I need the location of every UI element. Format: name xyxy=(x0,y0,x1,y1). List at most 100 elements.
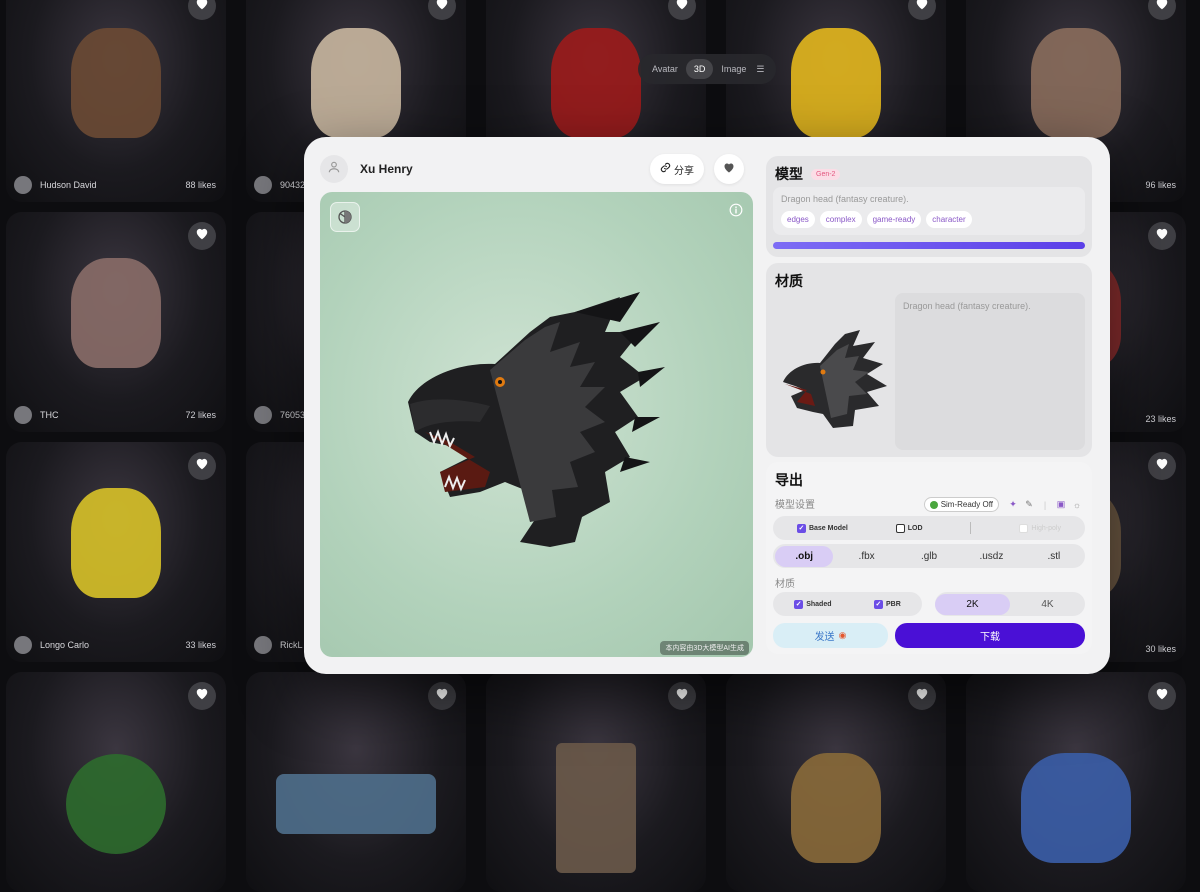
pencil-icon[interactable]: ✎ xyxy=(1022,498,1036,512)
material-prompt-box[interactable]: Dragon head (fantasy creature). xyxy=(895,293,1085,450)
shaded-checkbox[interactable]: ✓ Shaded xyxy=(794,599,832,609)
favorite-button[interactable] xyxy=(714,154,744,184)
gallery-card[interactable] xyxy=(246,672,466,892)
material-prompt: Dragon head (fantasy creature). xyxy=(903,301,1031,311)
heart-icon xyxy=(435,0,449,15)
like-button[interactable] xyxy=(188,682,216,710)
like-button[interactable] xyxy=(428,682,456,710)
export-panel: 导出 模型设置 Sim-Ready Off ✦ ✎ | ▣ ☼ ✓ Base Mo… xyxy=(766,462,1092,654)
gallery-card[interactable]: THC 72 likes xyxy=(6,212,226,432)
card-thumbnail xyxy=(71,488,161,599)
gallery-card[interactable] xyxy=(6,672,226,892)
heart-icon xyxy=(1155,687,1169,705)
download-label: 下载 xyxy=(980,632,1000,643)
dragon-model xyxy=(408,292,665,547)
tag[interactable]: complex xyxy=(819,211,862,228)
avatar xyxy=(14,636,32,654)
format-glb[interactable]: .glb xyxy=(900,546,958,567)
card-thumbnail xyxy=(276,774,436,834)
like-button[interactable] xyxy=(428,0,456,20)
send-button[interactable]: 发送 ◉ xyxy=(773,623,888,648)
gallery-card[interactable]: Longo Carlo 33 likes xyxy=(6,442,226,662)
gallery-card[interactable]: Hudson David 88 likes xyxy=(6,0,226,202)
heart-icon xyxy=(195,457,209,475)
heart-icon xyxy=(195,687,209,705)
user-icon xyxy=(327,160,341,179)
tag[interactable]: game-ready xyxy=(866,211,922,228)
material-panel: 材质 Dragon head (fantasy creature). xyxy=(766,263,1092,457)
gallery-card[interactable] xyxy=(486,672,706,892)
gallery-card[interactable] xyxy=(966,672,1186,892)
format-obj[interactable]: .obj xyxy=(775,545,834,567)
heart-icon xyxy=(1155,227,1169,245)
format-usdz[interactable]: .usdz xyxy=(962,546,1020,567)
status-dot-icon xyxy=(929,500,938,509)
menu-icon[interactable]: ☰ xyxy=(754,64,766,75)
material-thumbnail[interactable] xyxy=(774,301,892,447)
gallery-card[interactable] xyxy=(726,672,946,892)
download-button[interactable]: 下载 xyxy=(895,623,1085,648)
base-model-checkbox[interactable]: ✓ Base Model xyxy=(796,523,848,533)
model-detail-modal: Xu Henry 分享 本内容由3D大模型AI生成 模型 Gen-2 Drago… xyxy=(304,137,1110,674)
like-button[interactable] xyxy=(668,0,696,20)
format-selector: .obj .fbx .glb .usdz .stl xyxy=(773,544,1085,568)
card-likes: 23 likes xyxy=(1145,414,1176,424)
card-likes: 96 likes xyxy=(1145,180,1176,190)
avatar[interactable] xyxy=(320,155,348,183)
like-button[interactable] xyxy=(908,682,936,710)
material-label: 材质 xyxy=(775,579,795,590)
material-title: 材质 xyxy=(775,273,803,289)
tab-avatar[interactable]: Avatar xyxy=(644,59,686,79)
lod-checkbox[interactable]: LOD xyxy=(895,523,923,533)
model-viewer[interactable]: 本内容由3D大模型AI生成 xyxy=(320,192,753,657)
like-button[interactable] xyxy=(1148,682,1176,710)
tab-3d[interactable]: 3D xyxy=(685,59,714,79)
card-thumbnail xyxy=(71,258,161,369)
gen-badge: Gen-2 xyxy=(811,168,841,180)
username[interactable]: Xu Henry xyxy=(360,162,650,176)
like-button[interactable] xyxy=(188,452,216,480)
high-poly-checkbox[interactable]: High-poly xyxy=(1019,523,1061,533)
model-prompt: Dragon head (fantasy creature). xyxy=(781,194,909,204)
resolution-4k[interactable]: 4K xyxy=(1010,594,1085,615)
format-fbx[interactable]: .fbx xyxy=(837,546,895,567)
like-button[interactable] xyxy=(1148,452,1176,480)
checkbox-icon: ✓ xyxy=(796,523,806,533)
card-username: Hudson David xyxy=(40,180,97,190)
heart-icon xyxy=(1155,457,1169,475)
like-button[interactable] xyxy=(1148,0,1176,20)
card-likes: 88 likes xyxy=(185,180,216,190)
light-icon[interactable]: ☼ xyxy=(1070,498,1084,512)
like-button[interactable] xyxy=(188,0,216,20)
sparkle-icon[interactable]: ✦ xyxy=(1006,498,1020,512)
like-button[interactable] xyxy=(908,0,936,20)
divider-icon: | xyxy=(1043,499,1047,510)
tag-list: edges complex game-ready character xyxy=(781,211,977,228)
card-username: Longo Carlo xyxy=(40,640,90,650)
heart-icon xyxy=(435,687,449,705)
share-button[interactable]: 分享 xyxy=(650,154,704,184)
model-prompt-box[interactable]: Dragon head (fantasy creature). edges co… xyxy=(773,187,1085,235)
format-stl[interactable]: .stl xyxy=(1025,546,1083,567)
resolution-2k[interactable]: 2K xyxy=(935,593,1010,615)
model-title: 模型 xyxy=(775,166,803,182)
card-thumbnail xyxy=(71,28,161,139)
link-icon xyxy=(660,162,671,176)
card-thumbnail xyxy=(311,28,401,139)
tag[interactable]: character xyxy=(926,211,972,228)
checkbox-icon: ✓ xyxy=(873,599,883,609)
like-button[interactable] xyxy=(1148,222,1176,250)
like-button[interactable] xyxy=(668,682,696,710)
card-thumbnail xyxy=(551,28,641,139)
sim-ready-toggle[interactable]: Sim-Ready Off xyxy=(923,497,999,512)
like-button[interactable] xyxy=(188,222,216,250)
sim-ready-label: Sim-Ready Off xyxy=(940,500,993,509)
texture-icon[interactable]: ▣ xyxy=(1054,498,1068,512)
avatar xyxy=(14,176,32,194)
card-thumbnail xyxy=(1021,753,1131,864)
tag[interactable]: edges xyxy=(781,211,815,228)
pbr-checkbox[interactable]: ✓ PBR xyxy=(873,599,901,609)
mesh-options-row: ✓ Base Model LOD High-poly xyxy=(773,516,1085,540)
avatar xyxy=(254,406,272,424)
tab-image[interactable]: Image xyxy=(713,59,754,79)
